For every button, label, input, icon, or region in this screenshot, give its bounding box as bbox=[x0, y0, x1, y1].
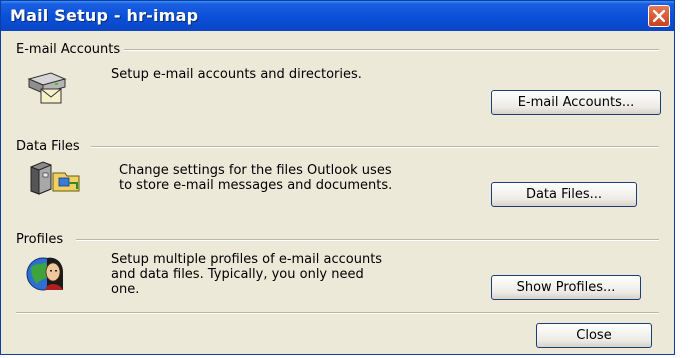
data-files-description: Change settings for the files Outlook us… bbox=[119, 163, 392, 193]
profiles-description-line3: one. bbox=[111, 282, 140, 297]
profiles-heading: Profiles bbox=[16, 232, 64, 247]
data-files-description-line1: Change settings for the files Outlook us… bbox=[119, 163, 392, 178]
data-files-heading: Data Files bbox=[16, 139, 80, 154]
mail-setup-dialog: Mail Setup - hr-imap E-mail Accounts Set… bbox=[0, 0, 675, 355]
profiles-icon bbox=[26, 257, 63, 291]
window-title: Mail Setup - hr-imap bbox=[10, 6, 199, 25]
email-accounts-description: Setup e-mail accounts and directories. bbox=[111, 67, 362, 82]
profiles-description: Setup multiple profiles of e-mail accoun… bbox=[111, 252, 382, 297]
email-accounts-button[interactable]: E-mail Accounts... bbox=[491, 90, 661, 115]
title-bar[interactable]: Mail Setup - hr-imap bbox=[1, 1, 674, 31]
data-files-description-line2: to store e-mail messages and documents. bbox=[119, 178, 393, 193]
profiles-description-line2: and data files. Typically, you only need bbox=[111, 267, 364, 282]
close-button[interactable]: Close bbox=[536, 323, 652, 348]
data-files-button[interactable]: Data Files... bbox=[491, 182, 637, 207]
data-files-divider bbox=[91, 146, 659, 148]
email-accounts-heading: E-mail Accounts bbox=[16, 42, 121, 57]
window-close-button[interactable] bbox=[648, 5, 670, 27]
email-accounts-divider bbox=[124, 49, 659, 51]
mail-server-icon bbox=[27, 72, 67, 104]
show-profiles-button[interactable]: Show Profiles... bbox=[491, 275, 641, 300]
close-icon bbox=[653, 10, 665, 22]
profiles-description-line1: Setup multiple profiles of e-mail accoun… bbox=[111, 252, 383, 267]
data-files-icon bbox=[30, 161, 80, 195]
profiles-divider bbox=[76, 239, 659, 241]
footer-divider bbox=[16, 312, 659, 314]
